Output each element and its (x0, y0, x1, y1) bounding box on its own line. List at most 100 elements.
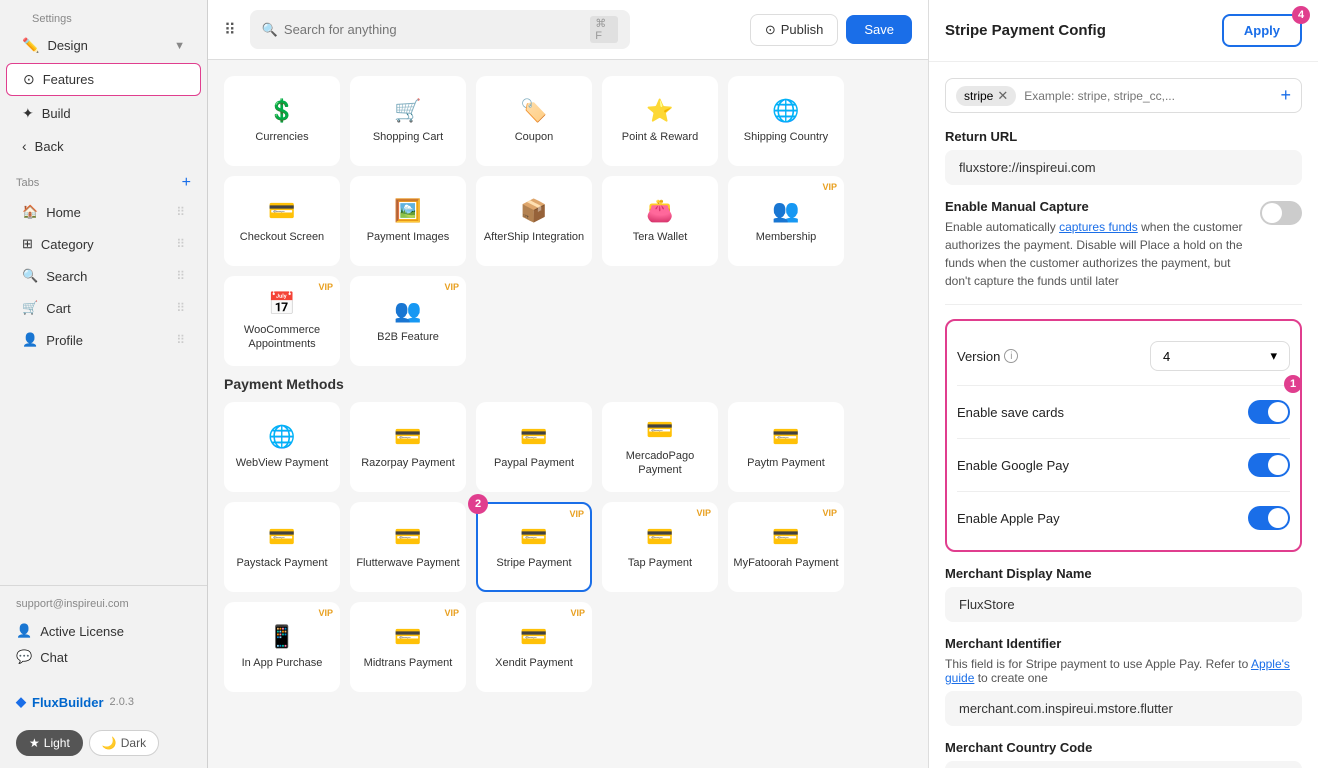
vip-badge-woo: VIP (318, 282, 333, 292)
sidebar-item-back[interactable]: ‹ Back (6, 131, 201, 161)
shipping-country-icon: 🌐 (772, 98, 799, 124)
enable-capture-row: Enable Manual Capture Enable automatical… (945, 199, 1302, 290)
myfatoorah-label: MyFatoorah Payment (733, 556, 838, 570)
panel-body: stripe ✕ + Return URL fluxstore://inspir… (929, 62, 1318, 768)
dark-theme-btn[interactable]: 🌙 Dark (89, 730, 159, 756)
profile-icon: 👤 (22, 332, 38, 348)
shopping-cart-icon: 🛒 (394, 98, 421, 124)
feature-card-aftership[interactable]: 📦 AfterShip Integration (476, 176, 592, 266)
feature-card-razorpay[interactable]: 💳 Razorpay Payment (350, 402, 466, 492)
feature-card-b2b[interactable]: VIP 👥 B2B Feature (350, 276, 466, 366)
moon-icon: 🌙 (102, 736, 117, 750)
feature-card-xendit[interactable]: VIP 💳 Xendit Payment (476, 602, 592, 692)
paystack-icon: 💳 (268, 524, 295, 550)
feature-card-mercadopago[interactable]: 💳 MercadoPago Payment (602, 402, 718, 492)
apply-btn-wrapper: Apply 4 (1222, 14, 1302, 47)
enable-capture-toggle[interactable] (1260, 201, 1302, 225)
cart-icon: 🛒 (22, 300, 38, 316)
save-button[interactable]: Save (846, 15, 912, 44)
home-icon: 🏠 (22, 204, 38, 220)
b2b-icon: 👥 (394, 298, 421, 324)
merchant-identifier-value: merchant.com.inspireui.mstore.flutter (945, 691, 1302, 726)
enable-capture-section: Enable Manual Capture Enable automatical… (945, 199, 1302, 290)
feature-card-myfatoorah[interactable]: VIP 💳 MyFatoorah Payment (728, 502, 844, 592)
feature-card-paystack[interactable]: 💳 Paystack Payment (224, 502, 340, 592)
grid-icon[interactable]: ⠿ (224, 20, 236, 40)
enable-apple-pay-toggle[interactable] (1248, 506, 1290, 530)
razorpay-icon: 💳 (394, 424, 421, 450)
add-tab-icon[interactable]: + (182, 174, 191, 192)
feature-card-woocommerce[interactable]: VIP 📅 WooCommerce Appointments (224, 276, 340, 366)
webview-icon: 🌐 (268, 424, 295, 450)
version-value: 4 (1163, 349, 1170, 364)
payment-row-2: 💳 Paystack Payment 💳 Flutterwave Payment… (224, 502, 912, 592)
captures-funds-link[interactable]: captures funds (1059, 220, 1138, 234)
sidebar-item-build[interactable]: ✦ Build (6, 98, 201, 129)
sidebar-tab-home[interactable]: 🏠 Home ⠿ (6, 197, 201, 227)
point-reward-icon: ⭐ (646, 98, 673, 124)
apply-badge: 4 (1292, 6, 1310, 24)
chat-item[interactable]: 💬 Chat (16, 644, 191, 670)
point-reward-label: Point & Reward (622, 130, 698, 144)
aftership-icon: 📦 (520, 198, 547, 224)
sidebar-tab-category[interactable]: ⊞ Category ⠿ (6, 229, 201, 259)
search-input[interactable] (284, 22, 584, 37)
feature-card-inapp[interactable]: VIP 📱 In App Purchase (224, 602, 340, 692)
feature-card-midtrans[interactable]: VIP 💳 Midtrans Payment (350, 602, 466, 692)
feature-card-shipping-country[interactable]: 🌐 Shipping Country (728, 76, 844, 166)
enable-save-cards-row: Enable save cards (957, 390, 1290, 434)
add-tag-btn[interactable]: + (1280, 85, 1291, 106)
sidebar-tab-profile[interactable]: 👤 Profile ⠿ (6, 325, 201, 355)
version-select[interactable]: 4 ▾ (1150, 341, 1290, 371)
enable-google-pay-label: Enable Google Pay (957, 458, 1069, 473)
search-icon: 🔍 (262, 22, 278, 38)
highlighted-section: Version i 4 ▾ Enable save cards Enable G… (945, 319, 1302, 552)
theme-toggle-group: ★ Light 🌙 Dark (0, 722, 207, 768)
midtrans-icon: 💳 (394, 624, 421, 650)
brand-version: 2.0.3 (110, 696, 134, 708)
feature-card-flutterwave[interactable]: 💳 Flutterwave Payment (350, 502, 466, 592)
back-icon: ‹ (22, 138, 27, 154)
apply-button[interactable]: Apply (1222, 14, 1302, 47)
enable-capture-title: Enable Manual Capture (945, 199, 1250, 214)
feature-card-currencies[interactable]: 💲 Currencies (224, 76, 340, 166)
feature-card-checkout[interactable]: 💳 Checkout Screen (224, 176, 340, 266)
feature-card-point-reward[interactable]: ⭐ Point & Reward (602, 76, 718, 166)
feature-card-tap[interactable]: VIP 💳 Tap Payment (602, 502, 718, 592)
divider-inner-2 (957, 438, 1290, 439)
payment-images-label: Payment Images (367, 230, 450, 244)
tag-close-btn[interactable]: ✕ (997, 88, 1008, 104)
feature-card-paypal[interactable]: 💳 Paypal Payment (476, 402, 592, 492)
support-email: support@inspireui.com (16, 598, 191, 610)
feature-card-tera-wallet[interactable]: 👛 Tera Wallet (602, 176, 718, 266)
search-nav-icon: 🔍 (22, 268, 38, 284)
publish-button[interactable]: ⊙ Publish (750, 14, 839, 46)
return-url-value: fluxstore://inspireui.com (945, 150, 1302, 185)
feature-card-membership[interactable]: VIP 👥 Membership (728, 176, 844, 266)
light-theme-btn[interactable]: ★ Light (16, 730, 83, 756)
feature-card-payment-images[interactable]: 🖼️ Payment Images (350, 176, 466, 266)
vip-badge-xendit: VIP (570, 608, 585, 618)
tag-input-field[interactable] (1024, 89, 1272, 103)
tag-input-row[interactable]: stripe ✕ + (945, 78, 1302, 113)
feature-card-paytm[interactable]: 💳 Paytm Payment (728, 402, 844, 492)
merchant-identifier-desc-text: This field is for Stripe payment to use … (945, 657, 1248, 671)
drag-handle: ⠿ (176, 237, 185, 251)
license-label: Active License (40, 624, 124, 639)
sidebar-item-features[interactable]: ⊙ Features 1 (6, 63, 201, 96)
feature-card-webview[interactable]: 🌐 WebView Payment (224, 402, 340, 492)
enable-save-cards-toggle[interactable] (1248, 400, 1290, 424)
feature-card-stripe[interactable]: VIP 2 💳 Stripe Payment (476, 502, 592, 592)
features-row-1: 💲 Currencies 🛒 Shopping Cart 🏷️ Coupon ⭐… (224, 76, 912, 166)
features-row-3: VIP 📅 WooCommerce Appointments VIP 👥 B2B… (224, 276, 912, 366)
feature-card-coupon[interactable]: 🏷️ Coupon (476, 76, 592, 166)
divider-inner-1 (957, 385, 1290, 386)
feature-card-shopping-cart[interactable]: 🛒 Shopping Cart (350, 76, 466, 166)
sidebar-item-design[interactable]: ✏️ Design ▼ (6, 30, 201, 61)
active-license-item[interactable]: 👤 Active License (16, 618, 191, 644)
flutterwave-icon: 💳 (394, 524, 421, 550)
sidebar-tab-search[interactable]: 🔍 Search ⠿ (6, 261, 201, 291)
merchant-display-name-label: Merchant Display Name (945, 566, 1302, 581)
sidebar-tab-cart[interactable]: 🛒 Cart ⠿ (6, 293, 201, 323)
enable-google-pay-toggle[interactable] (1248, 453, 1290, 477)
